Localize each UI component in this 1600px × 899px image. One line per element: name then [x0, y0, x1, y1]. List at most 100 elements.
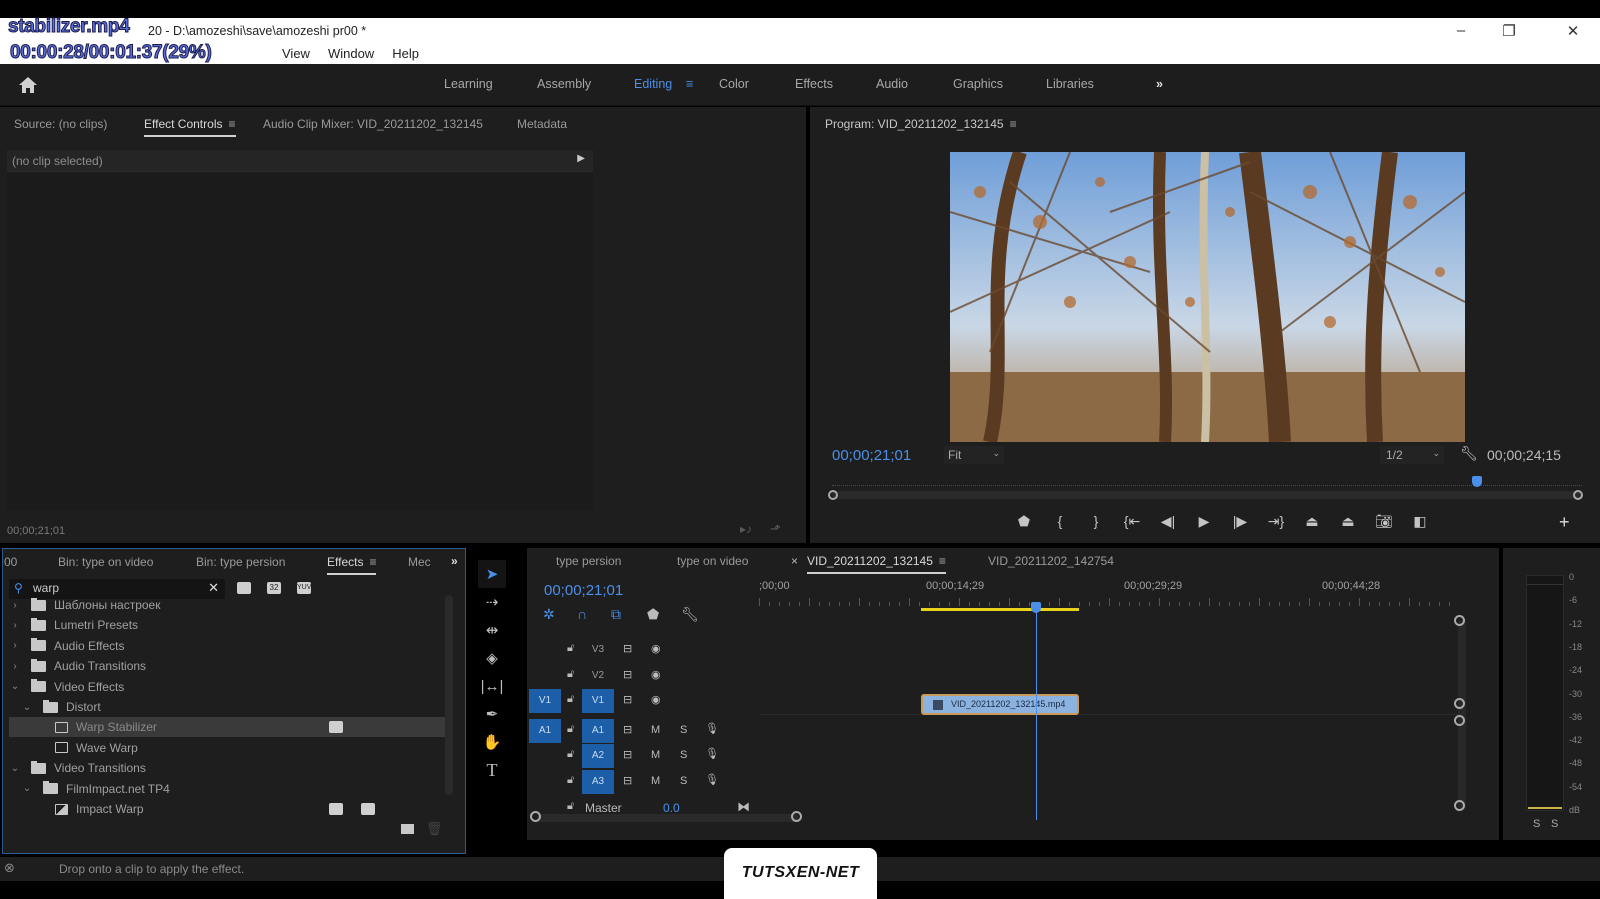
- solo-right-button[interactable]: S: [1551, 818, 1558, 830]
- eye-icon[interactable]: ◉: [651, 668, 661, 681]
- timeline-settings-wrench-icon[interactable]: 🔧︎: [681, 606, 715, 623]
- panel-menu-icon[interactable]: ≡: [369, 555, 376, 569]
- lock-icon[interactable]: 🔓︎: [567, 723, 574, 736]
- timeline-ruler[interactable]: ;00;00 00;00;14;29 00;00;29;29 00;00;44;28: [759, 578, 1459, 616]
- tab-bin-type-persion[interactable]: Bin: type persion: [196, 555, 285, 569]
- program-playhead[interactable]: [1472, 476, 1482, 487]
- chevron-right-icon[interactable]: ›: [9, 600, 21, 611]
- tab-media-browser-truncated[interactable]: Mec: [408, 555, 431, 569]
- chevron-down-icon[interactable]: ⌄: [21, 702, 33, 713]
- eye-icon[interactable]: ◉: [651, 693, 661, 706]
- timeline-tab-active-sequence[interactable]: VID_20211202_132145 ≡: [807, 554, 946, 574]
- track-target-toggle[interactable]: V1: [582, 689, 614, 713]
- button-editor-plus-icon[interactable]: +: [1559, 512, 1570, 533]
- timeline-tab-type-persion[interactable]: type persion: [556, 554, 621, 568]
- mark-out-icon[interactable]: }: [1078, 513, 1114, 530]
- panel-menu-icon[interactable]: ≡: [1010, 117, 1017, 131]
- home-icon[interactable]: [18, 76, 38, 94]
- snap-magnet-icon[interactable]: ∩: [577, 606, 611, 623]
- add-marker-icon[interactable]: ⬟: [1006, 513, 1042, 530]
- lock-icon[interactable]: 🔓︎: [567, 668, 574, 681]
- clear-search-icon[interactable]: ✕: [208, 580, 219, 596]
- sync-lock-icon[interactable]: ⊟: [623, 748, 632, 761]
- eye-icon[interactable]: ◉: [651, 642, 661, 655]
- delete-trash-icon[interactable]: 🗑︎: [426, 821, 443, 837]
- go-to-out-icon[interactable]: ⇥}: [1258, 513, 1294, 530]
- scroll-handle[interactable]: [791, 811, 802, 822]
- tab-source[interactable]: Source: (no clips): [14, 117, 107, 131]
- chevron-right-icon[interactable]: ›: [9, 661, 21, 672]
- nest-sequence-icon[interactable]: ✲: [543, 606, 577, 623]
- timeline-horizontal-scrollbar[interactable]: [537, 814, 799, 822]
- export-frame-camera-icon[interactable]: 📷︎: [1366, 513, 1402, 530]
- add-marker-icon[interactable]: ⬟: [647, 606, 681, 623]
- panel-overflow-icon[interactable]: »: [451, 554, 458, 568]
- menu-view[interactable]: View: [282, 46, 310, 61]
- work-area-bar[interactable]: [921, 608, 1079, 611]
- workspace-tab-audio[interactable]: Audio: [876, 77, 908, 91]
- panel-menu-icon[interactable]: ≡: [228, 117, 235, 131]
- workspace-tab-color[interactable]: Color: [719, 77, 749, 91]
- menu-window[interactable]: Window: [328, 46, 374, 61]
- effects-tree-item[interactable]: › Audio Effects: [9, 636, 449, 656]
- effects-tree-item[interactable]: › Lumetri Presets: [9, 615, 449, 635]
- mute-button[interactable]: M: [651, 775, 660, 787]
- sync-lock-icon[interactable]: ⊟: [623, 668, 632, 681]
- track-select-forward-tool-icon[interactable]: ⇢: [478, 588, 506, 616]
- chevron-right-icon[interactable]: ›: [9, 640, 21, 651]
- microphone-icon[interactable]: 🎙︎: [705, 773, 719, 786]
- workspace-overflow-icon[interactable]: »: [1156, 77, 1163, 91]
- ripple-edit-tool-icon[interactable]: ⇹: [478, 616, 506, 644]
- step-forward-icon[interactable]: |▶: [1222, 513, 1258, 530]
- tab-effects[interactable]: Effects ≡: [327, 555, 377, 575]
- restore-button[interactable]: ❐: [1494, 22, 1524, 44]
- close-tab-icon[interactable]: ×: [791, 554, 798, 568]
- lift-icon[interactable]: ⏏: [1294, 513, 1330, 530]
- effects-tree-item[interactable]: ⌄ Video Transitions: [9, 758, 449, 778]
- tab-project-truncated[interactable]: 00: [4, 555, 17, 569]
- timeline-tab-type-on-video[interactable]: type on video: [677, 554, 748, 568]
- effects-tree-item[interactable]: ⌄ FilmImpact.net TP4: [9, 779, 449, 799]
- scrollbar-handle-right[interactable]: [1573, 490, 1583, 500]
- workspace-tab-assembly[interactable]: Assembly: [537, 77, 591, 91]
- workspace-tab-libraries[interactable]: Libraries: [1046, 77, 1094, 91]
- minimize-button[interactable]: –: [1446, 22, 1476, 44]
- chevron-down-icon[interactable]: ⌄: [9, 681, 21, 692]
- source-patch-v1[interactable]: V1: [529, 689, 561, 713]
- effects-search-input[interactable]: [33, 581, 193, 595]
- effects-tree-item[interactable]: › Шаблоны настроек: [9, 595, 449, 615]
- lock-icon[interactable]: 🔓︎: [567, 642, 574, 655]
- workspace-tab-effects[interactable]: Effects: [795, 77, 833, 91]
- tab-audio-clip-mixer[interactable]: Audio Clip Mixer: VID_20211202_132145: [263, 117, 483, 131]
- chevron-right-icon[interactable]: ›: [9, 620, 21, 631]
- tab-metadata[interactable]: Metadata: [517, 117, 567, 131]
- 32bit-effects-filter-icon[interactable]: 32: [267, 582, 281, 594]
- track-target-toggle[interactable]: A3: [582, 769, 614, 794]
- tab-effect-controls[interactable]: Effect Controls ≡: [144, 117, 236, 137]
- workspace-tab-editing[interactable]: Editing: [634, 77, 672, 91]
- timeline-clip[interactable]: VID_20211202_132145.mp4: [921, 694, 1079, 715]
- hand-tool-icon[interactable]: ✋: [478, 728, 506, 756]
- timeline-timecode[interactable]: 00;00;21;01: [544, 582, 623, 599]
- tab-bin-type-on-video[interactable]: Bin: type on video: [58, 555, 153, 569]
- scroll-handle[interactable]: [1454, 715, 1465, 726]
- zoom-dropdown[interactable]: Fit ⌄: [944, 446, 1004, 464]
- extract-icon[interactable]: ⏏: [1330, 513, 1366, 530]
- track-target-toggle[interactable]: V2: [582, 664, 614, 688]
- razor-tool-icon[interactable]: ◈: [478, 644, 506, 672]
- workspace-tab-graphics[interactable]: Graphics: [953, 77, 1003, 91]
- program-time-ruler[interactable]: [832, 476, 1582, 486]
- master-volume-value[interactable]: 0.0: [663, 801, 680, 815]
- expand-arrow-icon[interactable]: ▶: [577, 153, 585, 164]
- mute-button[interactable]: M: [651, 749, 660, 761]
- solo-button[interactable]: S: [680, 724, 687, 736]
- selection-tool-icon[interactable]: ➤: [478, 560, 506, 588]
- yuv-effects-filter-icon[interactable]: YUV: [297, 582, 311, 594]
- go-to-in-icon[interactable]: {⇤: [1114, 513, 1150, 530]
- new-bin-folder-icon[interactable]: [401, 824, 414, 834]
- type-tool-icon[interactable]: T: [478, 756, 506, 784]
- effects-tree-item[interactable]: › Audio Transitions: [9, 656, 449, 676]
- comparison-view-icon[interactable]: ◧: [1402, 513, 1438, 530]
- effects-tree-item[interactable]: ⌄ Video Effects: [9, 677, 449, 697]
- effects-tree-item[interactable]: Wave Warp: [9, 738, 449, 758]
